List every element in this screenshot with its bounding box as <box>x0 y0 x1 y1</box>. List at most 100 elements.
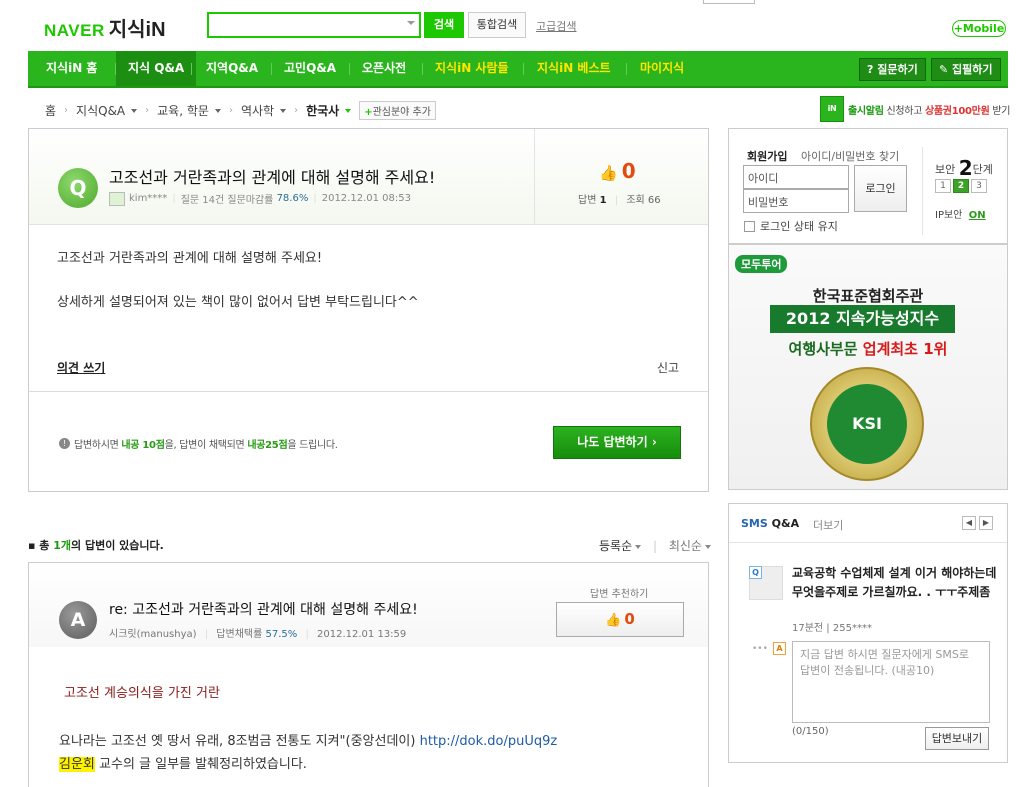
promo-middle: 신청하고 <box>886 105 923 117</box>
login-button[interactable]: 로그인 <box>854 165 907 212</box>
nav-item-people[interactable]: 지식iN 사람들 <box>423 51 521 86</box>
write-opinion-link[interactable]: 의견 쓰기 <box>57 359 105 376</box>
like-count[interactable]: 👍 0 <box>599 159 636 183</box>
report-link[interactable]: 신고 <box>657 359 679 376</box>
jisikin-app-icon: iN <box>820 96 844 122</box>
write-answer-button[interactable]: 나도 답변하기 › <box>553 426 681 459</box>
ip-toggle[interactable]: ON <box>969 210 986 221</box>
sms-title-b: Q&A <box>767 517 800 530</box>
views-count: 66 <box>647 195 661 206</box>
answer-count: 1개 <box>53 539 72 552</box>
chevron-down-icon[interactable] <box>345 108 352 113</box>
nav-item-best[interactable]: 지식iN 베스트 <box>525 51 623 86</box>
breadcrumb-korean-history[interactable]: 한국사 <box>306 102 339 119</box>
question-stats-text: 질문 14건 질문마감률 <box>180 195 274 206</box>
total-search-button[interactable]: 통합검색 <box>468 12 526 38</box>
sort-registered[interactable]: 등록순 <box>599 539 632 553</box>
add-interest-button[interactable]: +관심분야 추가 <box>359 101 436 120</box>
nav-divider <box>626 63 627 75</box>
char-counter: (0/150) <box>792 726 829 737</box>
breadcrumb-history[interactable]: 역사학 <box>241 102 274 119</box>
more-link[interactable]: 더보기 <box>813 517 843 533</box>
signup-link[interactable]: 회원가입 <box>747 148 787 164</box>
prev-arrow-icon[interactable]: ◀ <box>962 516 976 530</box>
nav-item-open-dict[interactable]: 오픈사전 <box>350 51 418 86</box>
answer-subtitle: 고조선 계승의식을 가진 거란 <box>64 686 220 701</box>
chevron-down-icon[interactable] <box>214 108 221 113</box>
answer-view-stats: 답변 1 | 조회 66 <box>578 191 661 206</box>
answer-source-link[interactable]: http://dok.do/puUq9z <box>420 734 558 749</box>
stats-divider: | <box>614 195 619 206</box>
answer-author[interactable]: 시크릿(manushya) <box>109 629 197 640</box>
chevron-down-icon[interactable] <box>407 21 415 25</box>
nav-divider <box>523 63 524 75</box>
security-level-2[interactable]: 2 <box>953 179 969 193</box>
security-level-3[interactable]: 3 <box>971 179 987 193</box>
id-field[interactable]: 아이디 <box>743 165 849 189</box>
breadcrumb-qna[interactable]: 지식Q&A <box>76 102 125 119</box>
main-nav: 지식iN 홈 지식 Q&A 지역Q&A 고민Q&A 오픈사전 지식iN 사람들 … <box>28 51 1008 88</box>
like-count-value: 0 <box>621 159 636 183</box>
ad-banner[interactable]: 모두투어 한국표준협회주관 2012 지속가능성지수 여행사부문 업계최초 1위… <box>728 244 1008 490</box>
answer-header: A re: 고조선과 거란족과의 관계에 대해 설명해 주세요! 시크릿(man… <box>29 563 708 647</box>
chevron-down-icon[interactable] <box>131 108 138 113</box>
search-button[interactable]: 검색 <box>424 12 464 38</box>
nav-item-local-qna[interactable]: 지역Q&A <box>194 51 270 86</box>
ad-line: 한국표준협회주관 <box>812 287 924 305</box>
breadcrumb-education[interactable]: 교육, 학문 <box>157 102 209 119</box>
ask-question-button[interactable]: ? 질문하기 <box>859 58 926 81</box>
breadcrumb: 홈 › 지식Q&A › 교육, 학문 › 역사학 › 한국사 +관심분야 추가 <box>45 101 436 120</box>
sort-divider: | <box>652 539 657 553</box>
security-level-1[interactable]: 1 <box>935 179 951 193</box>
security-prefix: 보안 <box>935 163 956 176</box>
chevron-down-icon[interactable] <box>280 108 287 113</box>
sort-latest[interactable]: 최신순 <box>669 539 702 553</box>
nav-item-worry-qna[interactable]: 고민Q&A <box>272 51 348 86</box>
keep-login-checkbox[interactable] <box>744 220 755 232</box>
advanced-search-link[interactable]: 고급검색 <box>536 18 576 34</box>
search-input[interactable] <box>207 12 421 38</box>
recommend-button[interactable]: 👍 0 <box>556 602 684 637</box>
question-card: Q 고조선과 거란족과의 관계에 대해 설명해 주세요! kim**** | 질… <box>28 128 709 492</box>
breadcrumb-separator-icon: › <box>64 105 69 116</box>
chevron-down-icon[interactable] <box>704 544 711 549</box>
nav-item-my[interactable]: 마이지식 <box>628 51 696 86</box>
ip-label: IP보안 <box>935 210 963 221</box>
sms-answer-textarea[interactable]: 지금 답변 하시면 질문자에게 SMS로 답변이 전송됩니다. (내공10) <box>792 641 990 723</box>
next-arrow-icon[interactable]: ▶ <box>979 516 993 530</box>
ad-line-b: 업계최초 1위 <box>862 340 948 358</box>
keep-login[interactable]: 로그인 상태 유지 <box>744 218 838 234</box>
nav-item-qna[interactable]: 지식 Q&A <box>116 51 197 86</box>
password-field[interactable]: 비밀번호 <box>743 189 849 213</box>
answer-count-suffix: 의 답변이 있습니다. <box>71 539 164 552</box>
reward-text: 을, 답변이 채택되면 <box>164 440 245 451</box>
question-stats: 👍 0 답변 1 | 조회 66 <box>534 129 708 225</box>
answer-meta: 시크릿(manushya) | 답변채택률 57.5% | 2012.12.01… <box>109 625 406 640</box>
question-author[interactable]: kim**** <box>129 193 167 204</box>
login-box: 회원가입 아이디/비밀번호 찾기 아이디 비밀번호 로그인 로그인 상태 유지 … <box>728 128 1008 244</box>
chevron-down-icon[interactable] <box>635 544 642 549</box>
naver-logo[interactable]: NAVER 지식iN <box>44 13 166 42</box>
ksi-seal-text: KSI <box>827 384 907 464</box>
answer-tag-icon: A <box>773 642 786 655</box>
nav-item-home[interactable]: 지식iN 홈 <box>34 51 109 86</box>
write-button[interactable]: ✎ 집필하기 <box>931 58 1001 81</box>
send-answer-button[interactable]: 답변보내기 <box>925 727 989 750</box>
security-level-value: 2 <box>958 156 973 180</box>
meta-divider: | <box>204 629 209 640</box>
promo-banner[interactable]: iN 출시알림 신청하고 상품권100만원 받기 <box>820 96 1010 122</box>
ad-line: 2012 지속가능성지수 <box>770 305 955 333</box>
sms-question-text[interactable]: 교육공학 수업체제 설계 이거 해야하는데 무엇을주제로 가르칠까요. . ㅜㅜ… <box>792 564 997 602</box>
find-account-link[interactable]: 아이디/비밀번호 찾기 <box>801 148 899 164</box>
breadcrumb-home[interactable]: 홈 <box>45 102 56 119</box>
question-close-rate: 78.6% <box>276 193 309 204</box>
breadcrumb-separator-icon: › <box>294 105 299 116</box>
ellipsis-icon: ••• <box>752 644 768 654</box>
security-level: 보안 2단계 <box>935 156 993 180</box>
ksi-seal-icon: KSI <box>810 367 924 481</box>
adopt-rate: 57.5% <box>265 629 298 640</box>
mobile-button[interactable]: +Mobile <box>952 20 1006 37</box>
promo-end: 받기 <box>992 105 1011 117</box>
question-date: 2012.12.01 08:53 <box>321 193 411 204</box>
answer-date: 2012.12.01 13:59 <box>317 629 407 640</box>
